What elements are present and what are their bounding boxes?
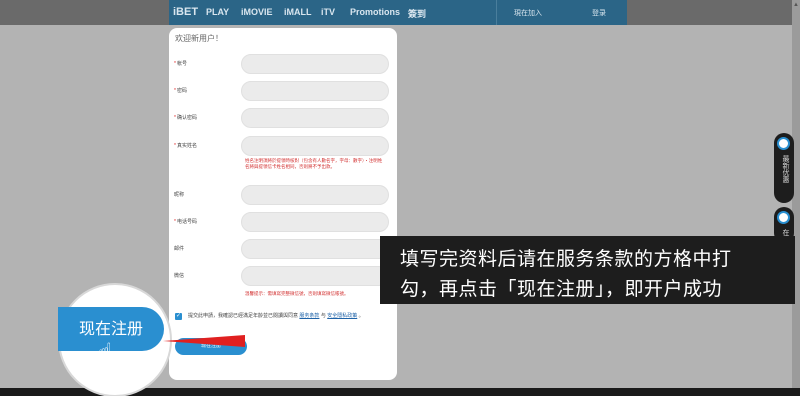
nickname-input[interactable] [241, 185, 389, 205]
password-input[interactable] [241, 81, 389, 101]
arrow-icon [163, 335, 245, 347]
label-text: 密码 [176, 88, 187, 94]
label-nickname: 昵称 [174, 191, 184, 198]
login-link[interactable]: 登录 [592, 8, 606, 18]
banner-line-1: 填写完资料后请在服务条款的方格中打 [400, 248, 732, 270]
brand-logo[interactable]: iBET [173, 6, 198, 18]
label-real-name: *真实姓名 [174, 142, 197, 149]
terms-sentence: 提交此申請，我確認已經滿足年齡並已閱讀與同意 [188, 313, 299, 319]
label-text: 帐号 [176, 61, 187, 67]
label-wechat: 微信 [174, 272, 184, 279]
terms-and: 与 [320, 313, 326, 319]
label-confirm-password: *确认密码 [174, 114, 197, 121]
terms-end: 。 [358, 313, 364, 319]
label-password: *密码 [174, 87, 187, 94]
required-mark: * [174, 115, 176, 121]
label-email: 邮件 [174, 245, 184, 252]
welcome-title: 欢迎新用户！ [175, 34, 223, 43]
label-text: 确认密码 [176, 115, 197, 121]
instruction-banner: 填写完资料后请在服务条款的方格中打 勾，再点击「现在注册」，即开户成功 [380, 236, 795, 304]
label-text: 电话号码 [176, 219, 197, 225]
nav-play[interactable]: PLAY [206, 7, 229, 17]
label-text: 邮件 [174, 246, 185, 252]
privacy-policy-link[interactable]: 安全隱私政策 [327, 313, 357, 319]
chat-icon [777, 211, 790, 224]
hand-pointer-icon: ☝ [98, 339, 113, 366]
arrow-shape [163, 335, 245, 347]
wechat-hint: 溫馨提示：需填寫完整微信號，否則填寫微信帳號。 [245, 291, 349, 296]
email-input[interactable] [241, 239, 389, 259]
label-text: 真实姓名 [176, 143, 197, 149]
real-name-hint: 姓名注明須將於提領時核對（包含有人數名字，字母：數字）・注明姓名將與提領信卡姓名… [245, 158, 383, 169]
confirm-password-input[interactable] [241, 108, 389, 128]
label-text: 微信 [174, 273, 185, 279]
wechat-input[interactable] [241, 266, 389, 286]
headset-icon [777, 137, 790, 150]
join-now-link[interactable]: 現在加入 [514, 8, 542, 18]
label-text: 昵称 [174, 192, 185, 198]
label-account: *帐号 [174, 60, 187, 67]
promotions-side-pill[interactable]: 最新优惠 [774, 133, 794, 203]
label-phone: *电话号码 [174, 218, 197, 225]
scrollbar[interactable]: ▲ [792, 0, 800, 396]
required-mark: * [174, 143, 176, 149]
nav-imall[interactable]: iMALL [284, 7, 312, 17]
nav-signin[interactable]: 簽到 [408, 7, 426, 20]
terms-text: 提交此申請，我確認已經滿足年齡並已閱讀與同意 服务条款 与 安全隱私政策 。 [188, 312, 384, 320]
terms-of-service-link[interactable]: 服务条款 [299, 313, 319, 319]
account-input[interactable] [241, 54, 389, 74]
phone-input[interactable] [241, 212, 389, 232]
required-mark: * [174, 219, 176, 225]
banner-line-2: 勾，再点击「现在注册」，即开户成功 [400, 278, 723, 300]
side-promo-label: 最新优惠 [782, 155, 789, 183]
nav-divider [496, 0, 497, 25]
nav-promotions[interactable]: Promotions [350, 7, 400, 17]
nav-itv[interactable]: iTV [321, 7, 335, 17]
terms-checkbox[interactable]: ✓ [175, 313, 182, 320]
nav-imovie[interactable]: iMOVIE [241, 7, 273, 17]
required-mark: * [174, 88, 176, 94]
required-mark: * [174, 61, 176, 67]
real-name-input[interactable] [241, 136, 389, 156]
scroll-up-icon[interactable]: ▲ [793, 2, 799, 8]
